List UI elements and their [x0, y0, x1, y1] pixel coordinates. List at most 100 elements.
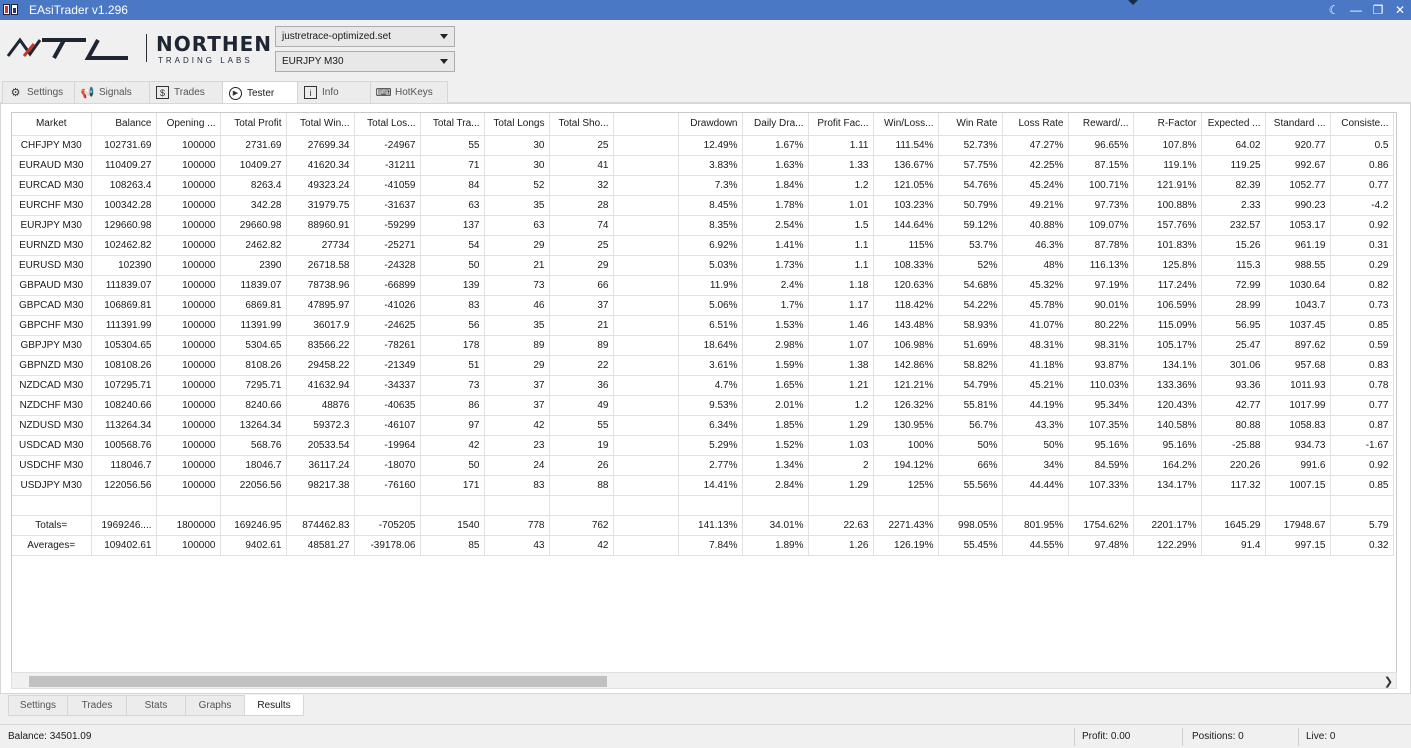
column-header[interactable]: [613, 113, 679, 136]
theme-moon-icon[interactable]: ☾: [1323, 0, 1345, 20]
table-cell: 7.3%: [678, 175, 743, 196]
set-file-select[interactable]: justretrace-optimized.set: [275, 26, 455, 47]
table-cell: EURAUD M30: [12, 155, 92, 176]
table-cell: 36117.24: [286, 455, 355, 476]
table-cell: [613, 355, 679, 376]
table-row[interactable]: EURJPY M30 129660.98 100000 29660.98 88960.9…: [12, 215, 1394, 236]
table-row[interactable]: NZDCHF M30 108240.66 100000 8240.66 48876 -40…: [12, 395, 1394, 416]
column-header[interactable]: Drawdown: [678, 113, 743, 136]
table-row[interactable]: GBPJPY M30 105304.65 100000 5304.65 83566.22…: [12, 335, 1394, 356]
table-row[interactable]: GBPNZD M30 108108.26 100000 8108.26 29458.22…: [12, 355, 1394, 376]
horizontal-scrollbar[interactable]: ❯: [11, 672, 1397, 689]
column-header[interactable]: Total Win...: [286, 113, 355, 136]
column-header[interactable]: Opening ...: [156, 113, 221, 136]
tab-label: Info: [322, 87, 339, 98]
table-row[interactable]: NZDCAD M30 107295.71 100000 7295.71 41632.94…: [12, 375, 1394, 396]
subtab-graphs[interactable]: Graphs: [185, 695, 245, 716]
column-header[interactable]: Total Profit: [220, 113, 287, 136]
tab-trades[interactable]: $ Trades: [149, 81, 223, 103]
table-cell: 874462.83: [286, 515, 355, 536]
table-cell: -705205: [354, 515, 421, 536]
results-grid[interactable]: Market Balance Opening ... Total Profit Tota…: [11, 112, 1397, 689]
table-row[interactable]: EURNZD M30 102462.82 100000 2462.82 27734 -25…: [12, 235, 1394, 256]
table-row[interactable]: GBPAUD M30 111839.07 100000 11839.07 78738.9…: [12, 275, 1394, 296]
table-cell: 139: [420, 275, 485, 296]
scroll-right-icon[interactable]: ❯: [1381, 674, 1396, 689]
status-divider: [1298, 728, 1299, 746]
column-header[interactable]: Loss Rate: [1002, 113, 1069, 136]
column-header[interactable]: Expected ...: [1201, 113, 1266, 136]
table-row[interactable]: USDCAD M30 100568.76 100000 568.76 20533.54-…: [12, 435, 1394, 456]
subtab-settings[interactable]: Settings: [8, 695, 68, 716]
column-header[interactable]: Total Los...: [354, 113, 421, 136]
table-cell: 1.2: [808, 175, 874, 196]
table-cell: 88: [549, 475, 614, 496]
table-row[interactable]: GBPCHF M30 111391.99 100000 11391.99 36017.9…: [12, 315, 1394, 336]
subtab-trades[interactable]: Trades: [67, 695, 127, 716]
table-cell: [613, 375, 679, 396]
table-cell: 2.84%: [742, 475, 809, 496]
totals-row[interactable]: Totals= 1969246.... 1800000 169246.95 874462…: [12, 515, 1394, 536]
restore-icon[interactable]: ❐: [1367, 0, 1389, 20]
averages-row[interactable]: Averages= 109402.61 100000 9402.61 48581.27-…: [12, 535, 1394, 556]
table-row[interactable]: USDCHF M30 118046.7 100000 18046.7 36117.24-…: [12, 455, 1394, 476]
table-cell: 1.21: [808, 375, 874, 396]
table-cell: 55: [420, 135, 485, 156]
close-icon[interactable]: ✕: [1389, 0, 1411, 20]
table-cell: 41: [549, 155, 614, 176]
caret-down-icon[interactable]: [1128, 0, 1138, 5]
subtab-stats[interactable]: Stats: [126, 695, 186, 716]
table-row[interactable]: EURUSD M30 102390 100000 2390 26718.58 -24328…: [12, 255, 1394, 276]
column-header[interactable]: Market: [12, 113, 92, 136]
column-header[interactable]: Balance: [91, 113, 157, 136]
table-cell: 56: [420, 315, 485, 336]
table-cell: 121.91%: [1133, 175, 1202, 196]
table-cell: 82.39: [1201, 175, 1266, 196]
table-cell: 50%: [938, 435, 1003, 456]
tab-hotkeys[interactable]: ⌨ HotKeys: [370, 81, 448, 103]
table-cell: 41620.34: [286, 155, 355, 176]
tab-info[interactable]: i Info: [297, 81, 371, 103]
table-row[interactable]: NZDUSD M30 113264.34 100000 13264.34 59372.3…: [12, 415, 1394, 436]
table-cell: 29660.98: [220, 215, 287, 236]
status-balance: Balance: 34501.09: [8, 731, 92, 742]
tab-signals[interactable]: 📢 Signals: [74, 81, 150, 103]
column-header[interactable]: Consiste...: [1330, 113, 1394, 136]
table-row[interactable]: EURCAD M30 108263.4 100000 8263.4 49323.24 -4…: [12, 175, 1394, 196]
column-header[interactable]: Win/Loss...: [873, 113, 939, 136]
table-row[interactable]: USDJPY M30 122056.56 100000 22056.56 98217.3…: [12, 475, 1394, 496]
column-header[interactable]: Daily Dra...: [742, 113, 809, 136]
column-header[interactable]: Total Longs: [484, 113, 550, 136]
status-profit: Profit: 0.00: [1082, 731, 1131, 742]
header: NORTHEN TRADING LABS justretrace-optimiz…: [0, 20, 1411, 80]
table-cell: 54: [420, 235, 485, 256]
scroll-left-icon[interactable]: [12, 674, 27, 689]
table-cell: 990.23: [1265, 195, 1331, 216]
table-row[interactable]: EURAUD M30 110409.27 100000 10409.27 41620.3…: [12, 155, 1394, 176]
column-header[interactable]: R-Factor: [1133, 113, 1202, 136]
subtab-results[interactable]: Results: [244, 695, 304, 716]
table-cell: NZDUSD M30: [12, 415, 92, 436]
table-cell: 88960.91: [286, 215, 355, 236]
table-cell: 42.25%: [1002, 155, 1069, 176]
scroll-thumb[interactable]: [29, 676, 607, 687]
table-cell: 57.75%: [938, 155, 1003, 176]
table-row[interactable]: GBPCAD M30 106869.81 100000 6869.81 47895.97…: [12, 295, 1394, 316]
table-cell: 1.67%: [742, 135, 809, 156]
column-header[interactable]: Standard ...: [1265, 113, 1331, 136]
tab-tester[interactable]: ▶ Tester: [222, 81, 298, 104]
column-header[interactable]: Profit Fac...: [808, 113, 874, 136]
column-header[interactable]: Win Rate: [938, 113, 1003, 136]
table-cell: NZDCAD M30: [12, 375, 92, 396]
table-cell: 122056.56: [91, 475, 157, 496]
table-row[interactable]: EURCHF M30 100342.28 100000 342.28 31979.75-…: [12, 195, 1394, 216]
table-row[interactable]: CHFJPY M30 102731.69 100000 2731.69 27699.34…: [12, 135, 1394, 156]
symbol-select[interactable]: EURJPY M30: [275, 51, 455, 72]
column-header[interactable]: Total Sho...: [549, 113, 614, 136]
tab-settings[interactable]: ⚙ Settings: [2, 81, 75, 103]
table-cell: EURUSD M30: [12, 255, 92, 276]
minimize-icon[interactable]: —: [1345, 0, 1367, 20]
column-header[interactable]: Total Tra...: [420, 113, 485, 136]
column-header[interactable]: Reward/...: [1068, 113, 1134, 136]
table-cell: 3.61%: [678, 355, 743, 376]
